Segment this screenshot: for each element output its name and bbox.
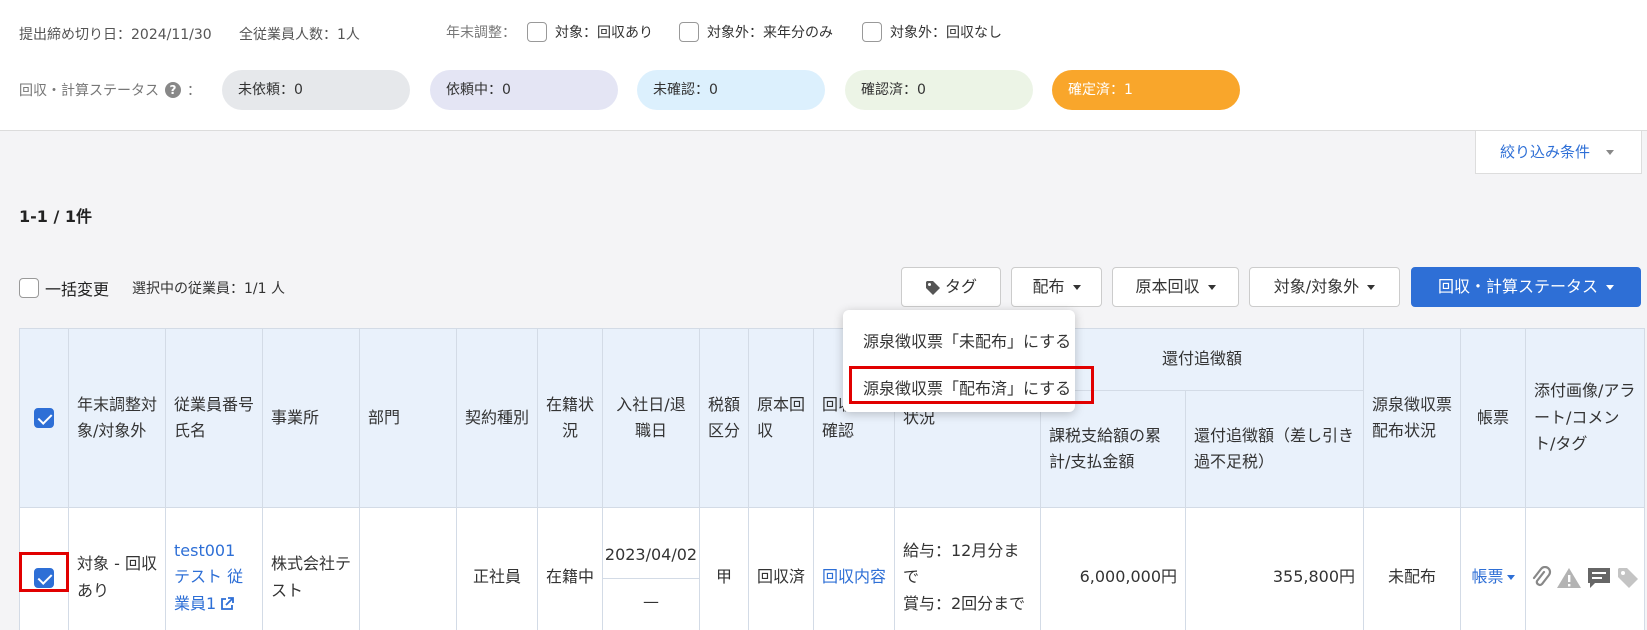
chevron-down-icon <box>1367 285 1376 290</box>
distribute-button[interactable]: 配布 <box>1011 267 1102 307</box>
selected-count: 選択中の従業員：1/1 人 <box>132 281 285 297</box>
cell-department <box>359 507 457 630</box>
cell-content-check[interactable]: 回収内容 <box>813 507 895 630</box>
cell-forms[interactable]: 帳票 <box>1460 507 1526 630</box>
header-office[interactable]: 事業所 <box>262 328 360 508</box>
chevron-down-icon <box>1506 575 1515 581</box>
status-pill-requested[interactable]: 依頼中：0 <box>430 70 618 110</box>
tag-icon[interactable] <box>1616 566 1640 590</box>
cell-contract: 正社員 <box>456 507 538 630</box>
header-enrollment[interactable]: 在籍状況 <box>537 328 603 508</box>
status-bonus: 賞与：2回分まで <box>903 593 1026 613</box>
header-contract[interactable]: 契約種別 <box>456 328 538 508</box>
forms-dropdown[interactable]: 帳票 <box>1471 567 1515 586</box>
header-forms: 帳票 <box>1460 328 1526 508</box>
highlight-box <box>19 552 69 592</box>
menu-item-set-undistributed[interactable]: 源泉徴収票「未配布」にする <box>863 328 1071 352</box>
header-select-all[interactable] <box>19 328 69 508</box>
cell-withholding: 未配布 <box>1363 507 1461 630</box>
checkbox-select-all[interactable] <box>34 408 54 429</box>
status-pill-unconfirmed[interactable]: 未確認：0 <box>637 70 825 110</box>
checkbox[interactable] <box>679 22 699 42</box>
header-withholding[interactable]: 源泉徴収票配布状況 <box>1363 328 1461 508</box>
cell-tax-class: 甲 <box>699 507 749 630</box>
status-pill-finalized[interactable]: 確定済：1 <box>1052 70 1240 110</box>
chevron-down-icon <box>1072 285 1081 290</box>
content-check-link[interactable]: 回収内容 <box>822 567 886 586</box>
hire-date: 2023/04/02 <box>603 530 699 579</box>
paperclip-icon[interactable] <box>1530 565 1552 590</box>
summary-panel: 提出締め切り日：2024/11/30 全従業員人数：1人 年末調整： 対象：回収… <box>0 0 1647 131</box>
header-employee[interactable]: 従業員番号 氏名 <box>165 328 263 508</box>
header-year-end[interactable]: 年末調整対象/対象外 <box>68 328 166 508</box>
target-toggle-button[interactable]: 対象/対象外 <box>1249 267 1400 307</box>
external-link-icon[interactable] <box>219 596 235 612</box>
bulk-change-toggle[interactable]: 一括変更 <box>19 276 109 300</box>
filter-conditions-button[interactable]: 絞り込み条件 <box>1475 131 1642 174</box>
cell-hire-date: 2023/04/02 — <box>602 507 700 630</box>
cell-office: 株式会社テスト <box>262 507 360 630</box>
help-icon[interactable]: ? <box>165 82 181 98</box>
status-label: 回収・計算ステータス ? ： <box>19 82 201 99</box>
result-count: 1-1 / 1件 <box>19 207 93 226</box>
highlight-box <box>849 366 1094 404</box>
status-pill-unrequested[interactable]: 未依頼：0 <box>222 70 410 110</box>
chevron-down-icon <box>1606 285 1614 290</box>
cell-enrollment: 在籍中 <box>537 507 603 630</box>
leave-date: — <box>643 592 659 611</box>
employee-table: 年末調整対象/対象外 従業員番号 氏名 事業所 部門 契約種別 在籍状況 入社日/… <box>19 328 1645 630</box>
checkbox[interactable] <box>19 278 39 298</box>
cell-status: 給与：12月分まで 賞与：2回分まで <box>894 507 1041 630</box>
status-salary: 給与：12月分まで <box>903 540 1020 587</box>
status-change-button[interactable]: 回収・計算ステータス <box>1411 267 1641 307</box>
header-tax-class[interactable]: 税額区分 <box>699 328 749 508</box>
header-hire-date[interactable]: 入社日/退職日 <box>602 328 700 508</box>
tag-button[interactable]: タグ <box>901 267 1001 307</box>
cell-refund-amount: 355,800円 <box>1185 507 1364 630</box>
cell-attachments <box>1525 507 1645 630</box>
employee-number-link[interactable]: test001 <box>174 541 235 560</box>
header-original-collect[interactable]: 原本回収 <box>748 328 814 508</box>
cell-employee[interactable]: test001 テスト 従業員1 <box>165 507 263 630</box>
checkbox[interactable] <box>862 22 882 42</box>
cell-original-collect: 回収済 <box>748 507 814 630</box>
chevron-down-icon <box>1207 285 1216 290</box>
table-row[interactable]: 対象 - 回収あり test001 テスト 従業員1 株式会社テスト 正社員 在… <box>19 507 1645 630</box>
chevron-down-icon <box>1606 150 1615 155</box>
deadline-text: 提出締め切り日：2024/11/30 <box>19 27 212 43</box>
header-refund-amount[interactable]: 還付追徴額（差し引き過不足税） <box>1185 390 1364 508</box>
comment-icon[interactable] <box>1586 566 1612 590</box>
alert-icon[interactable] <box>1556 566 1582 590</box>
year-end-filter-exempt-next-year[interactable]: 対象外：来年分のみ <box>679 22 833 42</box>
year-end-label: 年末調整： <box>446 25 516 41</box>
employee-count-text: 全従業員人数：1人 <box>239 27 360 43</box>
status-pill-confirmed[interactable]: 確認済：0 <box>845 70 1033 110</box>
header-attachments: 添付画像/アラート/コメント/タグ <box>1525 328 1645 508</box>
year-end-filter-target-collect[interactable]: 対象：回収あり <box>527 22 653 42</box>
year-end-filter-exempt-no-collect[interactable]: 対象外：回収なし <box>862 22 1002 42</box>
cell-taxable-total: 6,000,000円 <box>1040 507 1186 630</box>
checkbox[interactable] <box>527 22 547 42</box>
tag-icon <box>925 280 940 295</box>
cell-year-end: 対象 - 回収あり <box>68 507 166 630</box>
header-department[interactable]: 部門 <box>359 328 457 508</box>
original-collect-button[interactable]: 原本回収 <box>1112 267 1239 307</box>
